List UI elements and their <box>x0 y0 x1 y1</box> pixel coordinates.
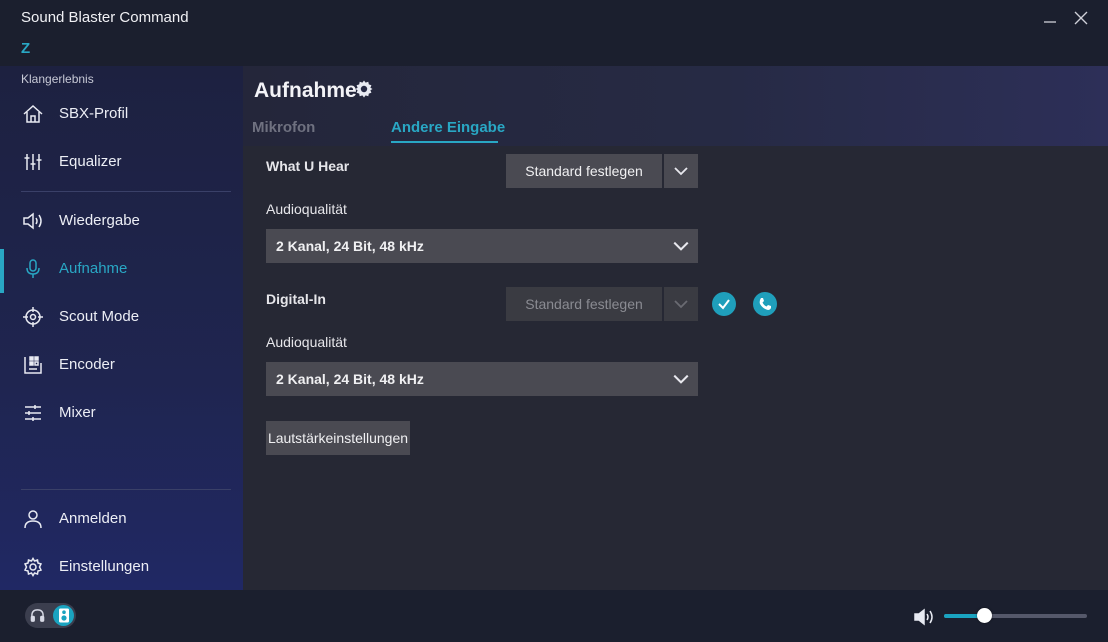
master-volume-slider[interactable] <box>944 608 1087 623</box>
checkmark-icon <box>718 299 730 310</box>
sidebar-item-label: Wiedergabe <box>59 212 140 229</box>
default-device-check-button[interactable] <box>712 292 736 316</box>
what-u-hear-quality-label: Audioqualität <box>266 201 347 217</box>
sidebar-item-label: Anmelden <box>59 510 127 527</box>
gear-icon <box>355 80 373 98</box>
footer-bar <box>0 590 1108 642</box>
phone-icon <box>759 298 771 310</box>
what-u-hear-set-default-button[interactable]: Standard festlegen <box>506 154 662 188</box>
tab-andere-eingabe[interactable]: Andere Eingabe <box>391 119 505 136</box>
master-volume-button[interactable] <box>913 608 935 626</box>
sidebar-item-label: Equalizer <box>59 153 122 170</box>
select-value: 2 Kanal, 24 Bit, 48 kHz <box>276 371 424 387</box>
microphone-icon <box>21 257 45 281</box>
chevron-down-icon <box>674 300 688 309</box>
sidebar-divider <box>21 489 231 490</box>
sidebar-item-sbx-profil[interactable]: SBX-Profil <box>0 92 243 136</box>
volume-settings-button[interactable]: Lautstärkeinstellungen <box>266 421 410 455</box>
chevron-down-icon <box>674 167 688 176</box>
crosshair-icon <box>21 305 45 329</box>
mixer-sliders-icon <box>21 401 45 425</box>
sidebar-item-encoder[interactable]: Encoder <box>0 343 243 387</box>
volume-slider-thumb[interactable] <box>977 608 993 623</box>
page-settings-button[interactable] <box>354 79 374 99</box>
sidebar: Klangerlebnis SBX-Profil Equalizer Wiede… <box>0 66 243 590</box>
select-value: 2 Kanal, 24 Bit, 48 kHz <box>276 238 424 254</box>
app-title: Sound Blaster Command <box>21 9 189 26</box>
chevron-down-icon <box>673 241 689 251</box>
sidebar-divider <box>21 191 231 192</box>
sidebar-item-mixer[interactable]: Mixer <box>0 391 243 435</box>
home-icon <box>21 102 45 126</box>
sidebar-item-aufnahme[interactable]: Aufnahme <box>0 247 243 293</box>
main-panel: Aufnahme Mikrofon Andere Eingabe What U … <box>243 66 1108 590</box>
what-u-hear-default-dropdown[interactable] <box>664 154 698 188</box>
minimize-icon <box>1044 21 1056 23</box>
device-indicator[interactable]: Z <box>21 40 30 57</box>
volume-icon <box>914 608 933 626</box>
sidebar-item-label: Einstellungen <box>59 558 150 575</box>
sidebar-item-label: Mixer <box>59 404 96 421</box>
encoder-icon <box>21 353 45 377</box>
digital-in-quality-select[interactable]: 2 Kanal, 24 Bit, 48 kHz <box>266 362 698 396</box>
sidebar-item-anmelden[interactable]: Anmelden <box>0 497 243 541</box>
sidebar-item-label: SBX-Profil <box>59 105 129 122</box>
page-title: Aufnahme <box>254 79 357 102</box>
chevron-down-icon <box>673 374 689 384</box>
tab-mikrofon[interactable]: Mikrofon <box>252 119 315 136</box>
sidebar-item-wiedergabe[interactable]: Wiedergabe <box>0 199 243 243</box>
sidebar-item-scout-mode[interactable]: Scout Mode <box>0 295 243 339</box>
section-label-klangerlebnis: Klangerlebnis <box>21 72 94 86</box>
digital-in-label: Digital-In <box>266 291 326 307</box>
user-icon <box>21 507 45 531</box>
sidebar-item-einstellungen[interactable]: Einstellungen <box>0 545 243 589</box>
sidebar-item-label: Aufnahme <box>59 260 128 277</box>
default-communication-button[interactable] <box>753 292 777 316</box>
digital-in-default-dropdown[interactable] <box>664 287 698 321</box>
active-tab-indicator <box>391 141 498 143</box>
digital-in-set-default-button[interactable]: Standard festlegen <box>506 287 662 321</box>
minimize-button[interactable] <box>1040 8 1060 28</box>
digital-in-quality-label: Audioqualität <box>266 334 347 350</box>
equalizer-sliders-icon <box>21 150 45 174</box>
close-icon <box>1074 11 1088 25</box>
gear-icon <box>21 555 45 579</box>
close-button[interactable] <box>1071 8 1091 28</box>
headphones-icon <box>30 609 45 622</box>
sidebar-item-equalizer[interactable]: Equalizer <box>0 140 243 184</box>
speaker-icon <box>21 209 45 233</box>
sidebar-item-label: Encoder <box>59 356 115 373</box>
sidebar-item-label: Scout Mode <box>59 308 140 325</box>
what-u-hear-label: What U Hear <box>266 158 350 174</box>
output-mode-toggle[interactable] <box>25 603 76 628</box>
main-header: Aufnahme Mikrofon Andere Eingabe <box>243 66 1108 146</box>
title-bar: Sound Blaster Command Z <box>0 0 1108 66</box>
what-u-hear-quality-select[interactable]: 2 Kanal, 24 Bit, 48 kHz <box>266 229 698 263</box>
speaker-device-icon <box>53 605 74 626</box>
